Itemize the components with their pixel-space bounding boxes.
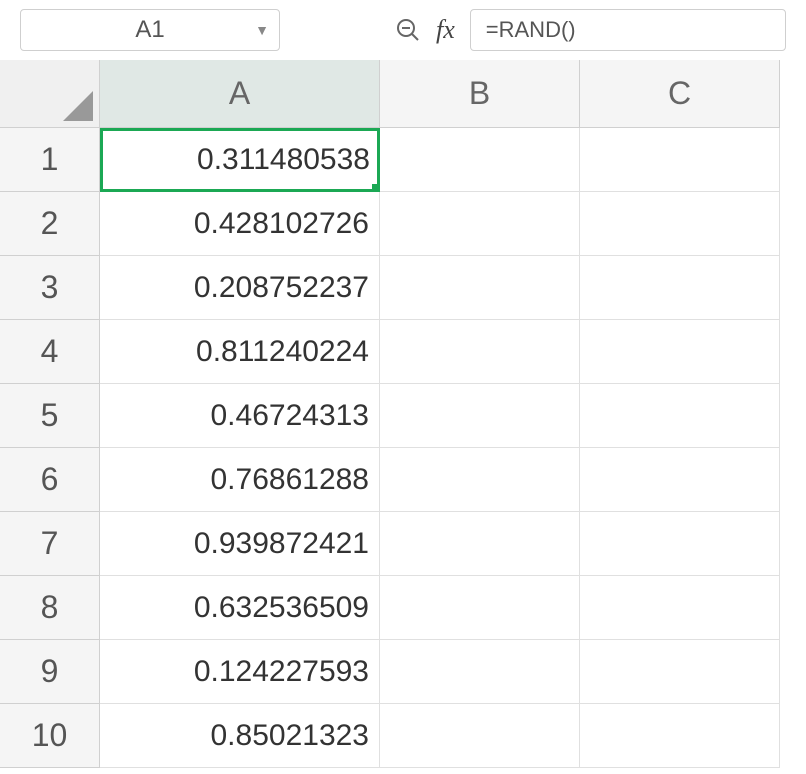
- cell-b3[interactable]: [380, 256, 580, 320]
- cell-a9[interactable]: 0.124227593: [100, 640, 380, 704]
- cell-c9[interactable]: [580, 640, 780, 704]
- cell-b8[interactable]: [380, 576, 580, 640]
- cell-a10[interactable]: 0.85021323: [100, 704, 380, 768]
- column-header-a[interactable]: A: [100, 60, 380, 128]
- cell-c7[interactable]: [580, 512, 780, 576]
- chevron-down-icon[interactable]: ▼: [255, 22, 269, 38]
- row-header-10[interactable]: 10: [0, 704, 100, 768]
- formula-value: =RAND(): [486, 17, 576, 43]
- row-header-9[interactable]: 9: [0, 640, 100, 704]
- cell-a4[interactable]: 0.811240224: [100, 320, 380, 384]
- cell-a8[interactable]: 0.632536509: [100, 576, 380, 640]
- zoom-out-icon[interactable]: [395, 17, 421, 43]
- cell-c5[interactable]: [580, 384, 780, 448]
- table-row: 70.939872421: [0, 512, 806, 576]
- cell-c10[interactable]: [580, 704, 780, 768]
- select-all-corner[interactable]: [0, 60, 100, 128]
- column-header-c[interactable]: C: [580, 60, 780, 128]
- table-row: 60.76861288: [0, 448, 806, 512]
- table-row: 50.46724313: [0, 384, 806, 448]
- cell-c8[interactable]: [580, 576, 780, 640]
- cell-b10[interactable]: [380, 704, 580, 768]
- cell-a6[interactable]: 0.76861288: [100, 448, 380, 512]
- table-row: 10.311480538: [0, 128, 806, 192]
- cell-c6[interactable]: [580, 448, 780, 512]
- cell-b1[interactable]: [380, 128, 580, 192]
- row-header-3[interactable]: 3: [0, 256, 100, 320]
- name-box-value: A1: [135, 16, 164, 44]
- cell-a2[interactable]: 0.428102726: [100, 192, 380, 256]
- cell-c2[interactable]: [580, 192, 780, 256]
- cell-a3[interactable]: 0.208752237: [100, 256, 380, 320]
- select-all-triangle-icon: [63, 91, 93, 121]
- row-header-7[interactable]: 7: [0, 512, 100, 576]
- row-header-5[interactable]: 5: [0, 384, 100, 448]
- formula-input[interactable]: =RAND(): [470, 9, 786, 51]
- cell-b5[interactable]: [380, 384, 580, 448]
- cell-c4[interactable]: [580, 320, 780, 384]
- cell-a5[interactable]: 0.46724313: [100, 384, 380, 448]
- fx-button[interactable]: fx: [436, 15, 455, 45]
- table-row: 90.124227593: [0, 640, 806, 704]
- row-header-4[interactable]: 4: [0, 320, 100, 384]
- row-header-8[interactable]: 8: [0, 576, 100, 640]
- table-row: 20.428102726: [0, 192, 806, 256]
- formula-bar: A1 ▼ fx =RAND(): [0, 0, 806, 60]
- table-row: 30.208752237: [0, 256, 806, 320]
- name-box[interactable]: A1 ▼: [20, 9, 280, 51]
- spreadsheet-grid: ABC 10.31148053820.42810272630.208752237…: [0, 60, 806, 768]
- table-row: 80.632536509: [0, 576, 806, 640]
- cell-c1[interactable]: [580, 128, 780, 192]
- cell-b2[interactable]: [380, 192, 580, 256]
- cell-b7[interactable]: [380, 512, 580, 576]
- row-header-6[interactable]: 6: [0, 448, 100, 512]
- table-row: 100.85021323: [0, 704, 806, 768]
- cell-c3[interactable]: [580, 256, 780, 320]
- table-row: 40.811240224: [0, 320, 806, 384]
- cell-b9[interactable]: [380, 640, 580, 704]
- row-header-2[interactable]: 2: [0, 192, 100, 256]
- cell-b6[interactable]: [380, 448, 580, 512]
- cell-a7[interactable]: 0.939872421: [100, 512, 380, 576]
- row-header-1[interactable]: 1: [0, 128, 100, 192]
- column-header-b[interactable]: B: [380, 60, 580, 128]
- column-header-row: ABC: [0, 60, 806, 128]
- cell-b4[interactable]: [380, 320, 580, 384]
- cell-a1[interactable]: 0.311480538: [100, 128, 380, 192]
